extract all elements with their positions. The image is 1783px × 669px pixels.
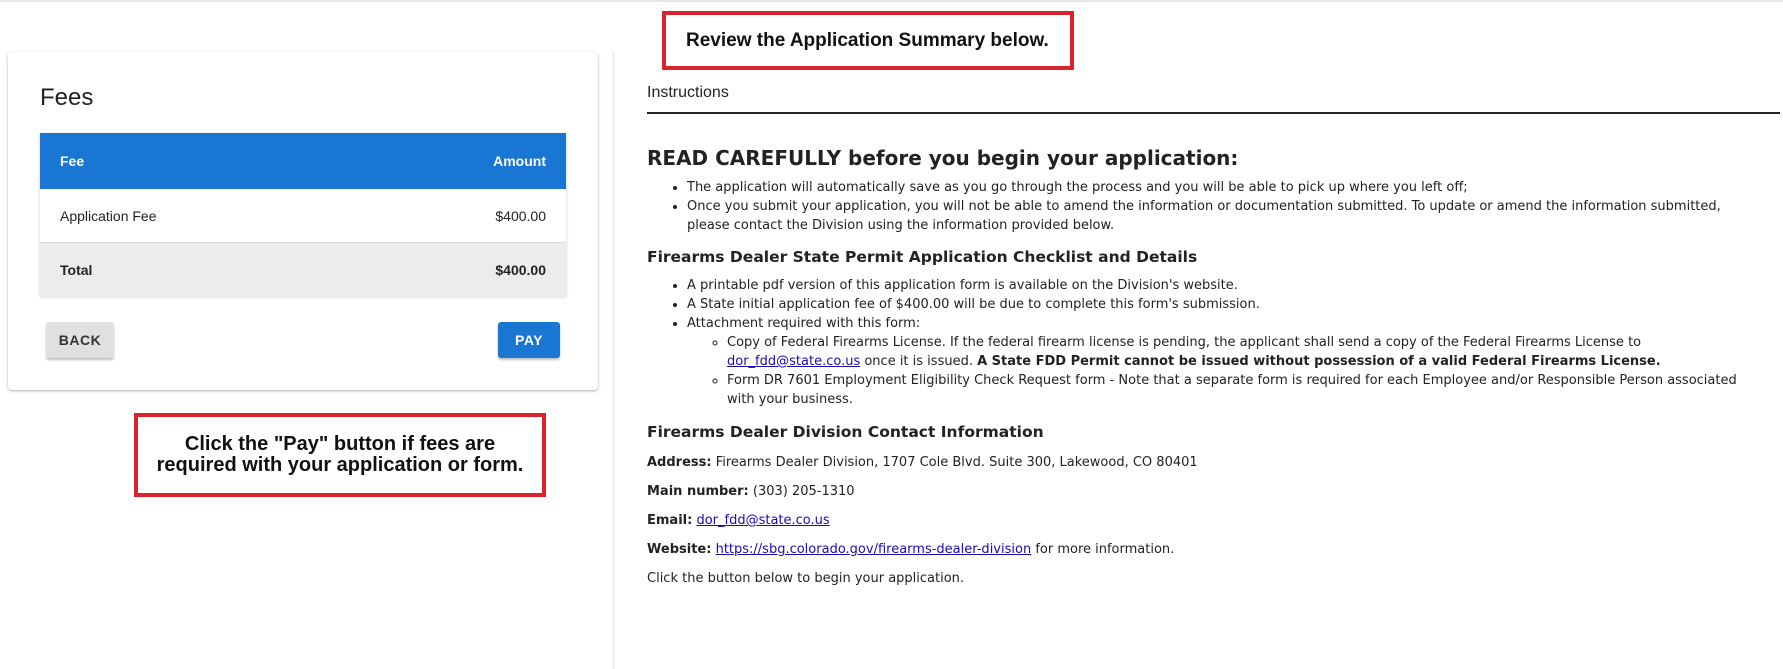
fee-amount: $400.00	[495, 207, 546, 224]
table-row: Application Fee $400.00	[40, 189, 566, 243]
tab-instructions[interactable]: Instructions	[647, 84, 729, 102]
total-label: Total	[60, 262, 93, 278]
list-item: The application will automatically save …	[687, 178, 1767, 197]
main-number-label: Main number:	[647, 484, 749, 499]
contact-heading: Firearms Dealer Division Contact Informa…	[647, 423, 1044, 441]
total-row: Total $400.00	[40, 243, 566, 297]
list-item: A printable pdf version of this applicat…	[687, 276, 1767, 295]
main-number-line: Main number: (303) 205-1310	[647, 482, 1767, 501]
attachment-list: Copy of Federal Firearms License. If the…	[687, 333, 1767, 409]
address-label: Address:	[647, 455, 712, 470]
email-line: Email: dor_fdd@state.co.us	[647, 511, 1767, 530]
panel-divider	[613, 52, 614, 669]
attachment-1-warning: A State FDD Permit cannot be issued with…	[977, 354, 1661, 369]
attachment-1-text: Copy of Federal Firearms License. If the…	[727, 335, 1642, 350]
list-item: Copy of Federal Firearms License. If the…	[727, 333, 1767, 371]
attachment-1-post: once it is issued.	[860, 354, 978, 369]
list-item: Form DR 7601 Employment Eligibility Chec…	[727, 371, 1767, 409]
main-number-value: (303) 205-1310	[748, 484, 855, 499]
review-summary-callout: Review the Application Summary below.	[662, 11, 1074, 70]
fees-title: Fees	[40, 84, 94, 111]
closing-text: Click the button below to begin your app…	[647, 571, 965, 586]
intro-list: The application will automatically save …	[647, 178, 1767, 235]
checklist-list: A printable pdf version of this applicat…	[647, 276, 1767, 409]
website-post: for more information.	[1031, 542, 1175, 557]
instructions-content: READ CAREFULLY before you begin your app…	[647, 146, 1767, 588]
attachment-label: Attachment required with this form:	[687, 316, 921, 331]
total-amount: $400.00	[495, 262, 546, 278]
list-item: A State initial application fee of $400.…	[687, 295, 1767, 314]
column-header-amount: Amount	[493, 153, 546, 169]
pay-button[interactable]: PAY	[498, 322, 560, 358]
back-button[interactable]: BACK	[46, 322, 114, 358]
pay-callout-line-1: Click the "Pay" button if fees are	[184, 433, 496, 455]
fees-table-header: Fee Amount	[40, 133, 566, 189]
column-header-fee: Fee	[60, 153, 85, 169]
website-link[interactable]: https://sbg.colorado.gov/firearms-dealer…	[716, 542, 1032, 557]
fees-card: Fees Fee Amount Application Fee $400.00 …	[8, 52, 598, 390]
website-line: Website: https://sbg.colorado.gov/firear…	[647, 540, 1767, 559]
instructions-heading: READ CAREFULLY before you begin your app…	[647, 146, 1239, 170]
fee-name: Application Fee	[60, 207, 157, 224]
fdd-email-link[interactable]: dor_fdd@state.co.us	[727, 354, 860, 369]
checklist-heading: Firearms Dealer State Permit Application…	[647, 248, 1198, 266]
email-label: Email:	[647, 513, 693, 528]
top-border	[0, 0, 1783, 2]
website-label: Website:	[647, 542, 712, 557]
list-item: Once you submit your application, you wi…	[687, 197, 1767, 235]
fees-table: Fee Amount Application Fee $400.00 Total…	[40, 133, 566, 297]
email-link[interactable]: dor_fdd@state.co.us	[696, 513, 829, 528]
tab-underline	[647, 112, 1780, 114]
address-value: Firearms Dealer Division, 1707 Cole Blvd…	[711, 455, 1198, 470]
pay-instruction-callout: Click the "Pay" button if fees are requi…	[134, 413, 546, 497]
pay-callout-line-2: required with your application or form.	[156, 454, 524, 476]
list-item: Attachment required with this form: Copy…	[687, 314, 1767, 409]
address-line: Address: Firearms Dealer Division, 1707 …	[647, 453, 1767, 472]
